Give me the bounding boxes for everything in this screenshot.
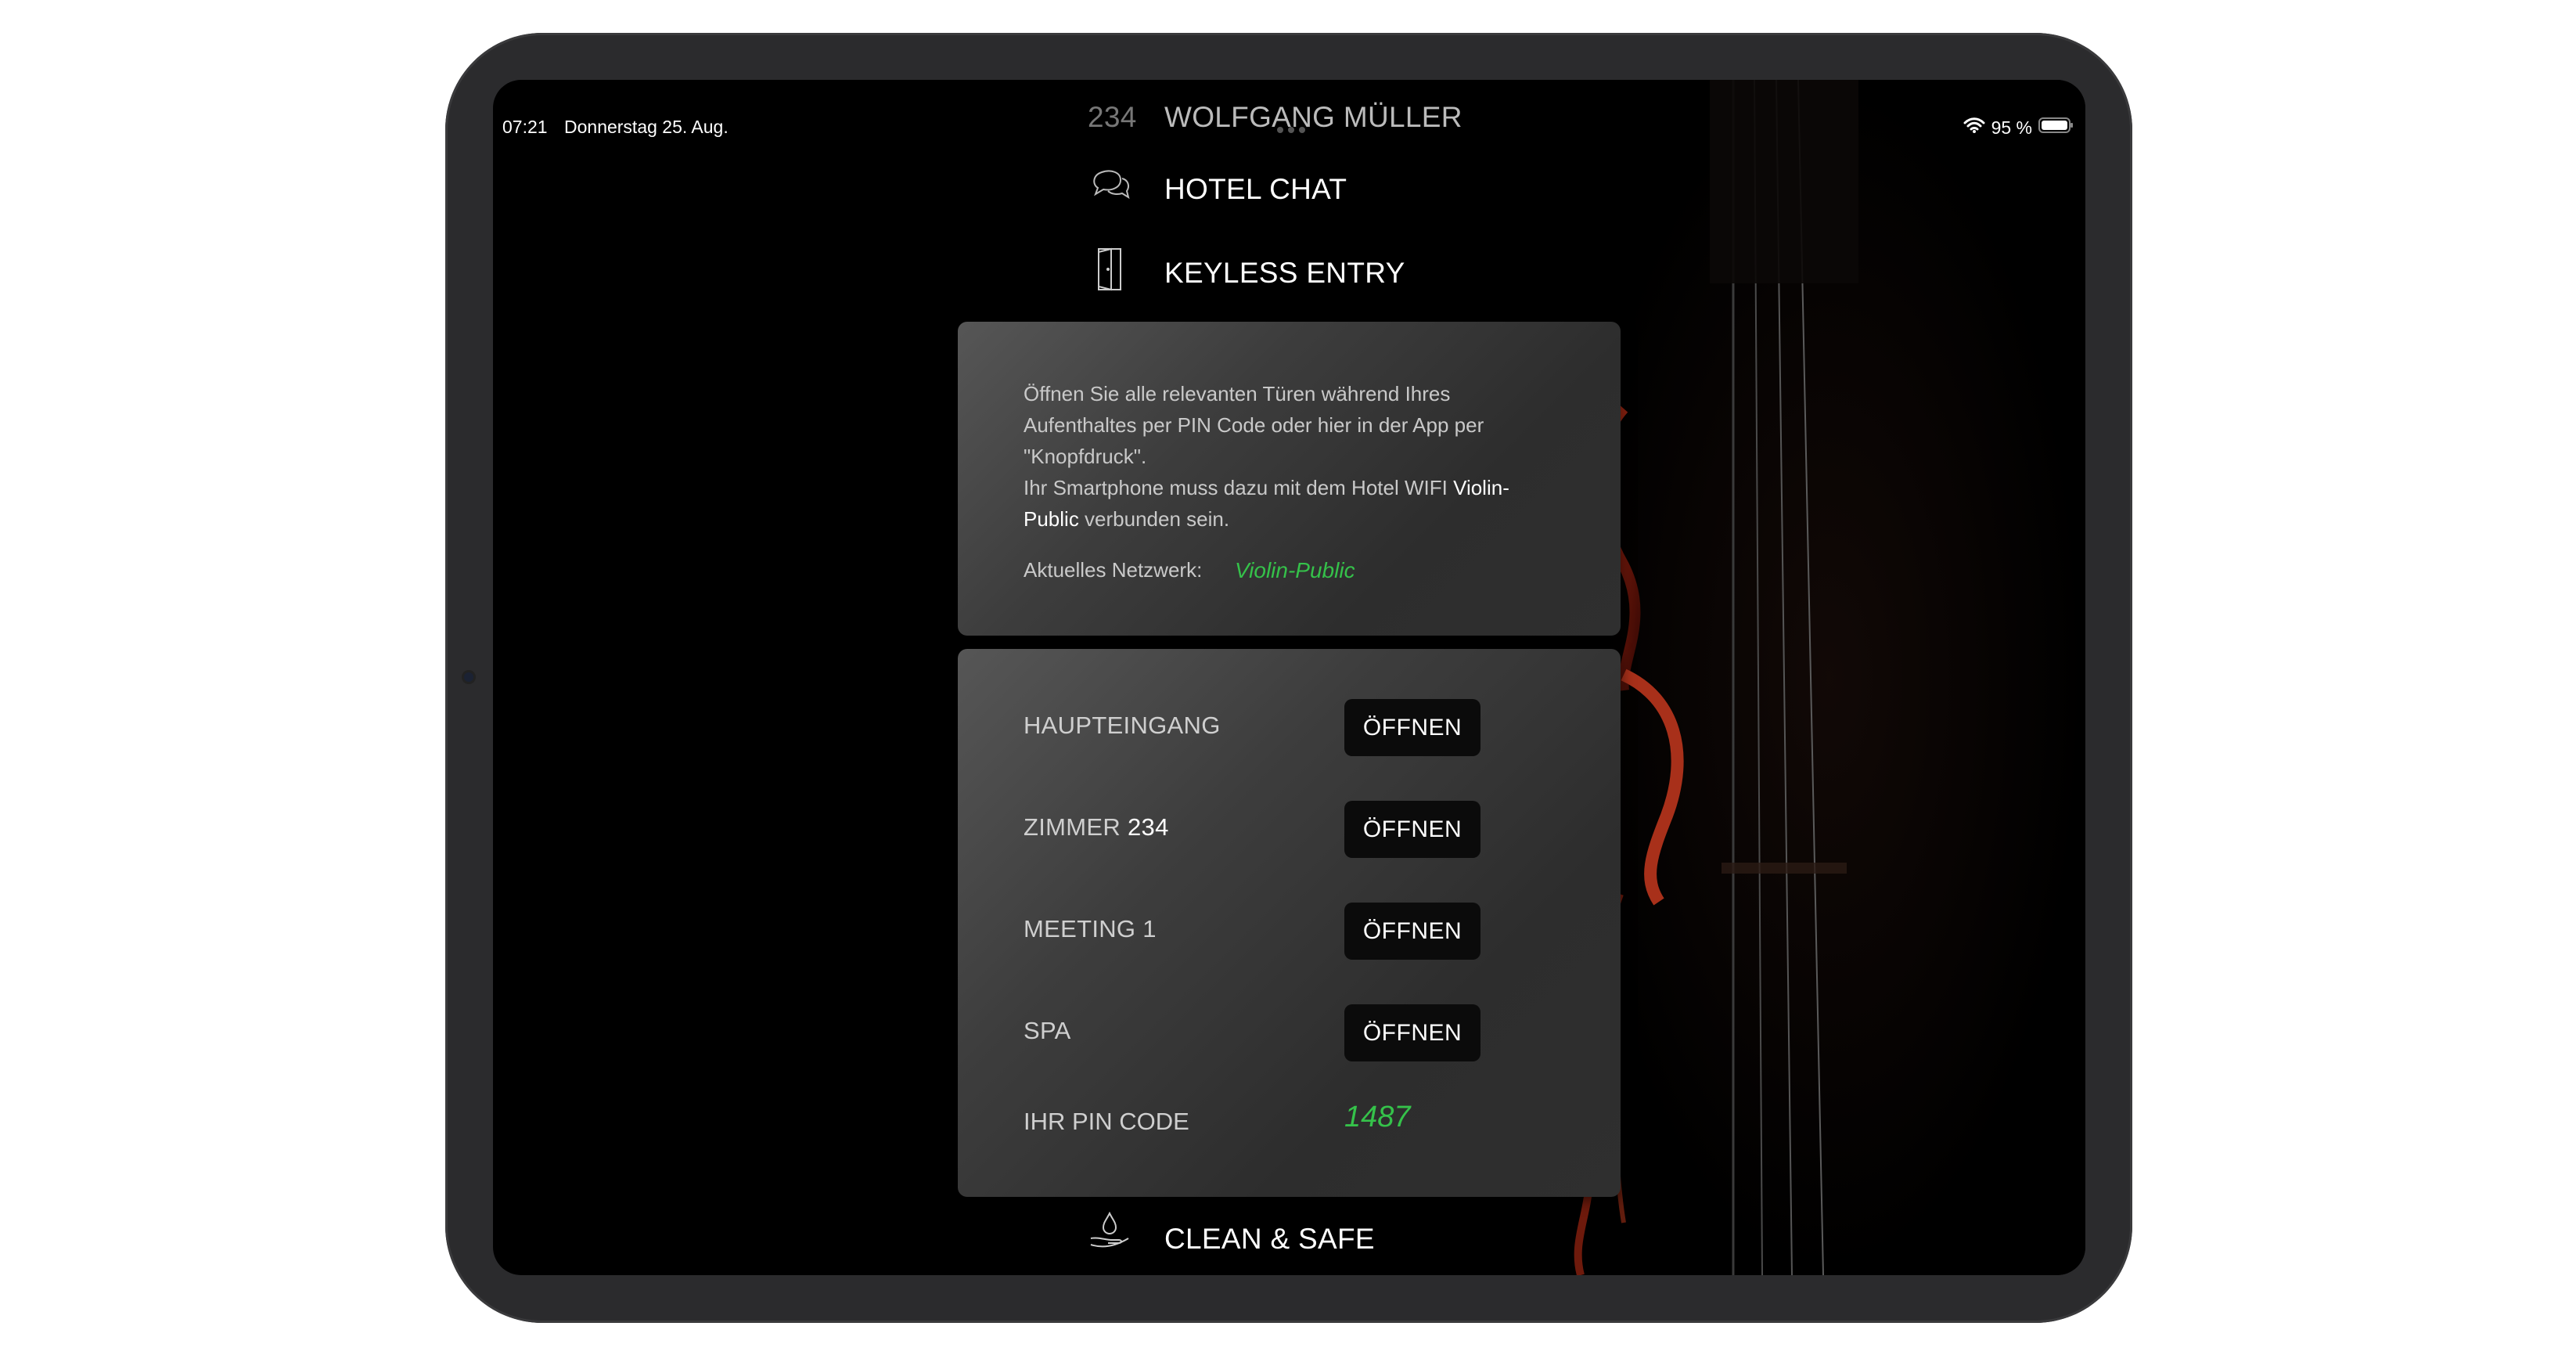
open-haupteingang-button[interactable]: ÖFFNEN [1344, 699, 1480, 756]
status-date: Donnerstag 25. Aug. [564, 117, 729, 137]
keyless-entry-label: KEYLESS ENTRY [1164, 257, 1405, 289]
network-label: Aktuelles Netzwerk: [1024, 558, 1203, 582]
door-label-zimmer-text: ZIMMER [1024, 813, 1128, 841]
front-camera [464, 672, 473, 682]
open-spa-button[interactable]: ÖFFNEN [1344, 1004, 1480, 1061]
hotel-chat-label: HOTEL CHAT [1164, 173, 1347, 205]
door-icon [1094, 247, 1125, 298]
clean-safe-label: CLEAN & SAFE [1164, 1223, 1375, 1255]
tablet-device: 07:21 Donnerstag 25. Aug. 95 % 234 WOLFG… [445, 33, 2132, 1323]
app-screen: 07:21 Donnerstag 25. Aug. 95 % 234 WOLFG… [493, 80, 2085, 1275]
info-line-2-suffix: verbunden sein. [1078, 507, 1230, 531]
guest-name: WOLFGANG MÜLLER [1164, 101, 1462, 133]
door-label-meeting: MEETING 1 [1024, 915, 1157, 942]
info-text: Öffnen Sie alle relevanten Türen während… [1024, 378, 1548, 535]
battery-icon [2038, 117, 2074, 139]
info-line-2-prefix: Ihr Smartphone muss dazu mit dem Hotel W… [1024, 476, 1454, 499]
info-line-1: Öffnen Sie alle relevanten Türen während… [1024, 382, 1484, 468]
room-number: 234 [1088, 101, 1137, 133]
pin-value: 1487 [1344, 1101, 1411, 1133]
status-indicators: 95 % [1963, 117, 2074, 139]
door-label-haupteingang: HAUPTEINGANG [1024, 712, 1221, 739]
open-zimmer-button[interactable]: ÖFFNEN [1344, 801, 1480, 858]
room-number-label: 234 [1127, 813, 1169, 841]
door-label-zimmer: ZIMMER 234 [1024, 813, 1169, 841]
pin-label: IHR PIN CODE [1024, 1108, 1189, 1135]
status-time: 07:21 [502, 117, 548, 137]
wifi-icon [1963, 117, 1985, 139]
battery-percent: 95 % [1991, 117, 2032, 138]
hand-water-icon [1088, 1210, 1131, 1258]
open-meeting-button[interactable]: ÖFFNEN [1344, 903, 1480, 960]
keyless-info-card: Öffnen Sie alle relevanten Türen während… [958, 322, 1621, 636]
door-label-spa: SPA [1024, 1017, 1071, 1044]
chat-icon [1088, 168, 1133, 212]
network-value: Violin-Public [1235, 558, 1355, 582]
doors-card: HAUPTEINGANG ÖFFNEN ZIMMER 234 ÖFFNEN ME… [958, 649, 1621, 1197]
